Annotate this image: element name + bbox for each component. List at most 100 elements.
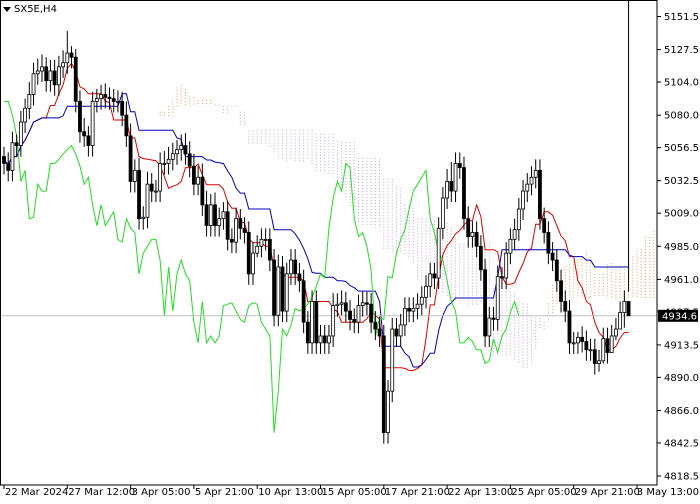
candle-body [94,98,99,102]
candle-body [238,218,243,229]
candle-body [297,273,302,282]
chikou-span-line [4,100,520,433]
candle-body [128,135,133,182]
candle-body [149,183,154,192]
price-chart[interactable]: 5151.5 5127.5 5104.0 5080.0 5056.5 5032.5 5009… [0,0,700,500]
candle-body [369,303,374,323]
candle-body [533,169,538,178]
candle-body [259,238,264,247]
candle-body [10,142,15,171]
candle-body [52,70,57,86]
candle-body [111,98,116,102]
candle-body [436,227,441,279]
symbol-label: SX5E,H4 [14,4,57,15]
candle-body [305,321,310,344]
candle-body [208,204,213,226]
candle-body [61,62,65,68]
candle-body [554,259,559,282]
candle-body [293,259,298,275]
y-tick-label: 4818.5 [664,472,699,483]
candle-body [580,336,585,342]
candle-body [508,238,513,254]
chart-root[interactable]: SX5E,H4 5151.5 5127.5 5104.0 5080.0 5056.5 50… [0,0,700,500]
candle-body [626,301,631,317]
candle-body [487,317,492,337]
candle-body [335,303,340,307]
candle-body [225,211,230,240]
candle-body [377,328,382,337]
candle-body [35,70,40,75]
candle-body [234,218,239,243]
candle-body [255,245,260,254]
candle-body [116,100,120,103]
candle-body [204,204,209,226]
candle-body [137,169,141,220]
candle-body [419,296,424,305]
candle-body [27,94,32,109]
candle-body [331,305,336,337]
candle-body [466,218,471,238]
candle-body [360,302,365,306]
candle-body [491,317,496,320]
candle-body [588,349,593,352]
y-tick-label: 5151.5 [664,12,699,23]
y-tick-label: 5009.0 [664,209,699,220]
x-tick-label: 3 Apr 05:00 [132,487,191,498]
candle-body [356,305,361,323]
candle-body [14,142,19,146]
y-tick-label: 4890.0 [664,373,699,384]
candle-body [559,280,563,302]
x-tick-label: 22 Apr 13:00 [448,487,513,498]
x-tick-label: 15 Apr 05:00 [322,487,387,498]
candle-body [474,232,479,247]
y-tick-label: 5104.0 [664,78,699,89]
candle-body [500,276,504,279]
candle-body [563,301,568,312]
candle-body [263,238,268,241]
candle-body [601,338,606,362]
candle-body [31,73,36,95]
y-tick-label: 4985.0 [664,242,699,253]
candle-body [538,169,542,220]
candle-body [170,153,175,160]
candle-body [592,349,597,364]
candle-body [154,190,158,193]
x-tick-label: 27 Mar 12:00 [68,487,135,498]
candle-body [221,211,226,220]
candle-body [314,301,319,344]
candle-body [550,252,555,261]
candle-body [440,197,445,229]
candle-body [516,208,521,231]
x-tick-label: 22 Mar 2024 [5,487,68,498]
symbol-dropdown-icon[interactable] [3,7,11,12]
candle-body [103,94,108,98]
candle-body [2,156,6,164]
candle-body [272,259,276,316]
candle-body [402,307,407,326]
candle-body [597,360,601,364]
candle-body [495,276,500,320]
candle-body [521,190,525,210]
candle-body [56,66,61,86]
candle-body [280,266,285,312]
candle-body [411,307,416,312]
candle-body [246,232,251,275]
candle-body [318,335,323,344]
candle-body [432,273,437,279]
candle-body [415,303,420,309]
candle-body [175,149,179,155]
candle-body [276,266,281,316]
x-tick-label: 5 Apr 21:00 [195,487,254,498]
y-tick-label: 4961.0 [664,275,699,286]
axes: 5151.5 5127.5 5104.0 5080.0 5056.5 5032.5 5009… [0,0,699,498]
candle-body [462,167,466,220]
candle-body [78,100,82,133]
candle-body [373,321,378,330]
y-tick-label: 5080.0 [664,111,699,122]
x-tick-label: 3 May 13:00 [637,487,699,498]
candle-body [120,100,125,116]
candle-body [449,180,454,192]
candle-body [622,301,627,313]
candle-body [339,302,344,305]
candle-body [107,96,112,100]
